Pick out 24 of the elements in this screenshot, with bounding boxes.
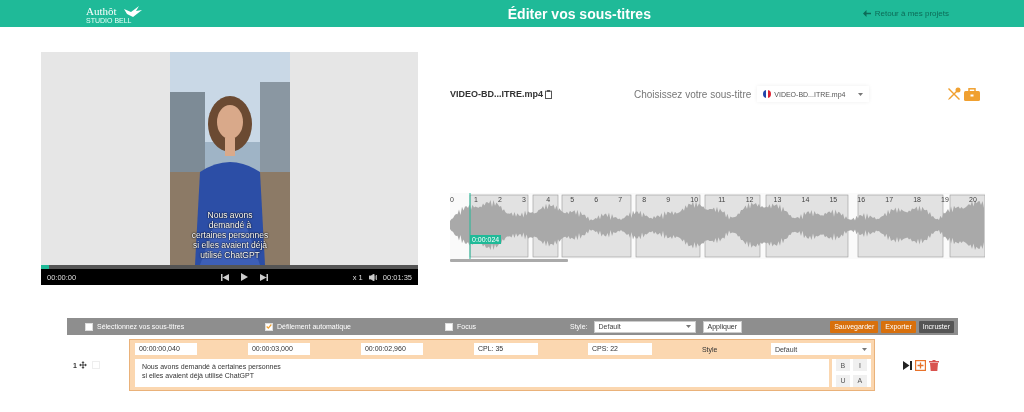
checkbox[interactable]	[85, 322, 93, 331]
caret-icon	[858, 92, 864, 96]
flag-icon	[763, 90, 772, 98]
page-title: Éditer vos sous-titres	[506, 5, 652, 22]
trash-icon[interactable]	[928, 359, 939, 371]
play-icon[interactable]	[241, 273, 248, 281]
logo-text: Authôt	[86, 4, 117, 17]
caret-icon	[861, 347, 867, 351]
file-name: VIDEO-BD...ITRE.mp4	[450, 89, 543, 99]
subtitle-caption: Nous avons demandé à certaines personnes si elles avaient déjà utilisé ChatGPT	[191, 210, 269, 260]
briefcase-icon[interactable]	[964, 87, 980, 101]
volume-icon[interactable]	[368, 273, 377, 281]
choose-subtitle-label: Choisissez votre sous-titre	[634, 88, 752, 100]
skip-end-icon[interactable]	[902, 360, 912, 370]
bird-logo-icon	[124, 5, 142, 18]
clipboard-icon[interactable]	[545, 89, 552, 99]
move-icon[interactable]	[78, 361, 87, 369]
back-arrow-icon	[862, 10, 871, 17]
caret-icon	[685, 325, 691, 328]
next-icon[interactable]	[260, 273, 268, 281]
checkbox[interactable]	[445, 322, 453, 331]
previous-icon[interactable]	[221, 273, 229, 281]
checkbox[interactable]	[265, 322, 273, 331]
progress-track[interactable]	[41, 265, 418, 269]
